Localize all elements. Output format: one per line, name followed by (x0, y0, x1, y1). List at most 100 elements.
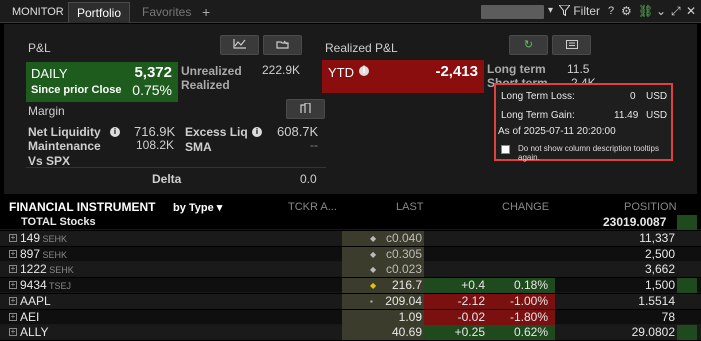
position-value: 2,500 (644, 246, 675, 261)
table-row[interactable]: + AAPL ▪ 209.04 -2.12 -1.00% 1.5514 (0, 293, 701, 309)
net-liquidity-label: Net Liquidity (28, 125, 101, 139)
total-position: 23019.0087 (603, 215, 667, 229)
ytd-label: YTD (328, 65, 354, 80)
tab-monitor[interactable]: MONITOR (4, 2, 72, 23)
expand-icon[interactable]: + (9, 234, 17, 242)
table-row[interactable]: + ALLY 40.69 +0.25 0.62% 29.0802 (0, 325, 701, 341)
expand-icon[interactable]: + (9, 328, 17, 337)
column-tckr[interactable]: TCKR A... (288, 201, 337, 213)
market-status-icon: ◆ (370, 265, 377, 275)
market-status-icon: ▪ (370, 296, 373, 306)
info-icon[interactable]: i (359, 66, 369, 76)
expand-icon[interactable]: ⤢ (671, 3, 681, 19)
column-change[interactable]: CHANGE (502, 201, 549, 213)
long-term-loss-value: 0 (630, 91, 636, 102)
dont-show-checkbox[interactable] (501, 145, 510, 154)
sma-label: SMA (185, 140, 212, 154)
symbol-label: ALLY (20, 325, 49, 340)
unrealized-label: Unrealized (181, 64, 242, 78)
change-percent: -1.00% (509, 293, 548, 308)
expand-icon[interactable]: + (9, 281, 17, 290)
exchange-label: SEHK (46, 265, 74, 276)
table-row[interactable]: +1222 SEHK ◆ c0.023 3,662 (0, 262, 701, 278)
pnl-title: P&L (28, 41, 51, 55)
column-last[interactable]: LAST (396, 201, 424, 213)
group-by-type-dropdown[interactable]: by Type ▾ (173, 201, 222, 214)
pnl-export-button[interactable] (263, 35, 302, 55)
chevron-down-icon[interactable]: ⌄ (656, 3, 666, 19)
pnl-chart-button[interactable] (220, 35, 259, 55)
change-percent: 0.18% (513, 278, 548, 293)
ytd-box: YTD i -2,413 (322, 60, 484, 93)
account-dropdown-icon[interactable]: ▾ (548, 3, 553, 19)
change-value: -2.12 (457, 293, 485, 308)
market-status-icon: ◆ (370, 281, 377, 291)
exchange-label: SEHK (40, 234, 68, 244)
filter-button[interactable]: Filter (557, 3, 600, 19)
tab-favorites[interactable]: Favorites (134, 2, 199, 23)
symbol-label: AEI (20, 309, 40, 324)
total-row[interactable]: TOTAL Stocks 23019.0087 (0, 215, 701, 230)
link-icon[interactable]: ⛓ (638, 3, 653, 19)
export-icon (275, 40, 289, 49)
table-row[interactable]: +149 SEHK ◆ c0.040 11,337 (0, 231, 701, 246)
last-price: c0.023 (385, 262, 422, 277)
position-value: 11,337 (639, 231, 675, 245)
change-cell-bg (424, 278, 496, 294)
dont-show-label: Do not show column description tooltips … (518, 144, 659, 162)
delta-value: 0.0 (300, 172, 317, 186)
filter-icon (557, 4, 572, 17)
position-value: 1.5514 (638, 293, 675, 308)
margin-title: Margin (28, 104, 65, 118)
expand-icon[interactable]: + (9, 249, 17, 258)
maintenance-value: 108.2K (136, 138, 175, 152)
excess-liq-label: Excess Liq (185, 125, 248, 139)
expand-icon[interactable]: + (9, 265, 17, 274)
info-icon[interactable]: i (252, 127, 262, 137)
chart-icon (232, 39, 246, 49)
currency-label: USD (646, 91, 668, 102)
info-icon[interactable]: i (110, 127, 120, 137)
long-term-value: 11.5 (567, 62, 590, 76)
change-percent: 0.62% (513, 325, 548, 340)
help-icon[interactable]: ? (608, 3, 614, 19)
table-row[interactable]: +897 SEHK ◆ c0.305 2,500 (0, 246, 701, 262)
building-icon (300, 102, 311, 113)
position-value: 3,662 (644, 262, 675, 277)
long-term-gain-value: 11.49 (614, 110, 639, 121)
symbol-label: 9434 TSEJ (20, 278, 72, 293)
excess-liq-value: 608.7K (277, 124, 319, 139)
position-bar (677, 215, 697, 230)
position-value: 29.0802 (631, 325, 675, 340)
since-prior-close-value: 0.75% (132, 82, 172, 98)
change-value: -0.02 (457, 309, 485, 324)
ytd-value: -2,413 (435, 63, 478, 80)
margin-button[interactable] (286, 99, 325, 119)
position-bar (677, 278, 697, 294)
table-row[interactable]: + AEI 1.09 -0.02 -1.80% 78 (0, 309, 701, 325)
column-position[interactable]: POSITION (624, 201, 677, 213)
expand-icon[interactable]: + (9, 296, 17, 305)
close-icon[interactable]: ✕ (686, 3, 696, 19)
last-price: 216.7 (391, 278, 422, 293)
unrealized-value: 222.9K (262, 63, 301, 77)
realized-pnl-tooltip: Long Term Loss: 0 USD Long Term Gain: 11… (494, 83, 673, 162)
exchange-label: SEHK (40, 249, 68, 260)
account-selector[interactable] (481, 5, 544, 19)
long-term-loss-label: Long Term Loss: (501, 91, 575, 102)
refresh-button[interactable]: ↻ (509, 35, 548, 55)
table-row[interactable]: +9434 TSEJ ◆ 216.7 +0.4 0.18% 1,500 (0, 278, 701, 294)
as-of-timestamp: As of 2025-07-11 20:20:00 (498, 126, 616, 137)
add-tab-button[interactable]: + (198, 2, 214, 23)
expand-icon[interactable]: + (9, 312, 17, 321)
column-financial-instrument[interactable]: FINANCIAL INSTRUMENT (9, 200, 155, 214)
refresh-icon: ↻ (523, 39, 534, 51)
market-status-icon: ◆ (370, 234, 377, 243)
exchange-label: TSEJ (46, 281, 72, 292)
realized-settings-button[interactable] (552, 35, 591, 55)
change-percent: -1.80% (509, 309, 548, 324)
tab-portfolio[interactable]: Portfolio (68, 2, 131, 23)
long-term-gain-label: Long Term Gain: (501, 110, 575, 121)
gear-icon[interactable]: ⚙ (621, 3, 632, 19)
maintenance-label: Maintenance (28, 139, 101, 153)
